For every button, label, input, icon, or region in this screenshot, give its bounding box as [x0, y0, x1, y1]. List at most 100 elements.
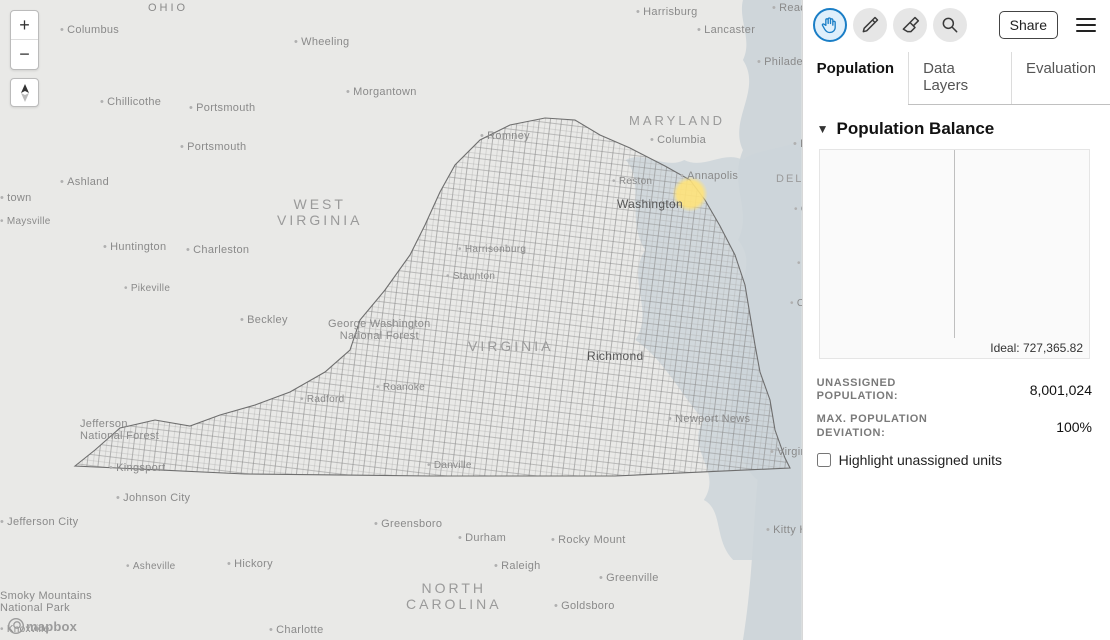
- forest-label: Jefferson National Forest: [80, 418, 159, 442]
- city-label: Philadelphia: [757, 56, 802, 68]
- highlight-unassigned-checkbox[interactable]: [817, 453, 831, 467]
- city-label: Greensboro: [374, 518, 442, 530]
- city-label: Jefferson City: [0, 516, 78, 528]
- city-label: Asheville: [126, 561, 176, 572]
- city-label: Dover: [793, 138, 802, 150]
- stat-max-deviation: MAX. POPULATION DEVIATION: 100%: [817, 405, 1092, 441]
- map-canvas[interactable]: OHIO WEST VIRGINIA VIRGINIA MARYLAND NOR…: [0, 0, 802, 640]
- tab-population[interactable]: Population: [803, 52, 910, 104]
- highlight-unassigned-label: Highlight unassigned units: [839, 452, 1002, 468]
- map-nav-controls: + −: [10, 10, 39, 107]
- mapbox-icon: [8, 618, 24, 634]
- section-header-population-balance[interactable]: ▼ Population Balance: [817, 119, 1092, 139]
- park-label: Smoky Mountains National Park: [0, 590, 92, 614]
- zoom-in-button[interactable]: +: [11, 11, 38, 40]
- city-label: Rocky Mount: [551, 534, 626, 546]
- city-label: Reading: [772, 2, 802, 14]
- highlight-unassigned-toggle[interactable]: Highlight unassigned units: [817, 452, 1092, 468]
- caret-down-icon: ▼: [817, 122, 829, 136]
- state-label-maryland: MARYLAND: [629, 113, 725, 128]
- panel-content: ▼ Population Balance Ideal: 727,365.82 U…: [803, 105, 1110, 468]
- ideal-vertical-line: [954, 150, 955, 338]
- city-label: Charleston: [186, 244, 249, 256]
- zoom-control-group: + −: [10, 10, 39, 70]
- hand-icon: [820, 15, 840, 35]
- pan-tool-button[interactable]: [813, 8, 847, 42]
- pencil-icon: [860, 15, 880, 35]
- city-label: Maysville: [0, 216, 51, 227]
- city-label: Kingsport: [109, 462, 165, 474]
- city-label: Johnson City: [116, 492, 190, 504]
- stat-label: MAX. POPULATION DEVIATION:: [817, 413, 967, 439]
- map-attribution: mapbox: [8, 618, 77, 634]
- magnifier-icon: [940, 15, 960, 35]
- city-label: Annapolis: [680, 170, 738, 182]
- erase-tool-button[interactable]: [893, 8, 927, 42]
- eraser-icon: [900, 15, 920, 35]
- city-label: Reston: [612, 176, 652, 187]
- city-label: Harrisonburg: [458, 244, 526, 255]
- city-label: Durham: [458, 532, 506, 544]
- city-label: Chillicothe: [100, 96, 161, 108]
- city-label: Greenville: [599, 572, 659, 584]
- city-label: Columbia: [650, 134, 706, 146]
- draw-tool-button[interactable]: [853, 8, 887, 42]
- state-label-ohio: OHIO: [148, 2, 188, 14]
- population-chart: Ideal: 727,365.82: [819, 149, 1090, 359]
- city-label: Pikeville: [124, 283, 170, 294]
- section-title: Population Balance: [837, 119, 995, 139]
- city-label: Georgetown: [794, 204, 802, 215]
- city-label: Salisbury: [797, 258, 802, 269]
- city-label: Portsmouth: [189, 102, 255, 114]
- city-label: Kitty Hawk: [766, 524, 802, 536]
- side-panel: Share Population Data Layers Evaluation …: [802, 0, 1110, 640]
- inspect-tool-button[interactable]: [933, 8, 967, 42]
- toolbar: Share: [803, 0, 1110, 52]
- city-label: Lancaster: [697, 24, 755, 36]
- city-label: Charlotte: [269, 624, 324, 636]
- city-label: Ashland: [60, 176, 109, 188]
- compass-reset-button[interactable]: [10, 78, 39, 107]
- city-label: Richmond: [587, 349, 643, 363]
- state-label-virginia: VIRGINIA: [468, 338, 553, 354]
- city-label: Newport News: [668, 413, 750, 425]
- city-label: Raleigh: [494, 560, 541, 572]
- city-label: Columbus: [60, 24, 119, 36]
- plus-icon: +: [19, 15, 30, 36]
- state-label-delaware: DELAWARE: [776, 173, 802, 185]
- state-label-west-virginia: WEST VIRGINIA: [277, 196, 362, 228]
- attribution-text: mapbox: [26, 619, 77, 634]
- share-button[interactable]: Share: [999, 11, 1058, 39]
- tab-evaluation[interactable]: Evaluation: [1012, 52, 1110, 104]
- hamburger-icon: [1076, 17, 1096, 33]
- city-label: Chincoteague: [790, 298, 802, 309]
- stat-label: UNASSIGNED POPULATION:: [817, 377, 967, 403]
- city-label: Harrisburg: [636, 6, 698, 18]
- city-label: Hickory: [227, 558, 273, 570]
- city-label: Huntington: [103, 241, 166, 253]
- city-label: Wheeling: [294, 36, 349, 48]
- stat-value: 100%: [1056, 419, 1092, 435]
- city-label: Virginia Beach: [770, 446, 802, 458]
- city-label: Beckley: [240, 314, 288, 326]
- stat-unassigned-population: UNASSIGNED POPULATION: 8,001,024: [817, 369, 1092, 405]
- city-label: Staunton: [446, 271, 495, 282]
- city-label: Danville: [427, 460, 472, 471]
- forest-label: George Washington National Forest: [328, 318, 431, 342]
- city-label: Portsmouth: [180, 141, 246, 153]
- menu-button[interactable]: [1072, 11, 1100, 39]
- ideal-label: Ideal: 727,365.82: [990, 341, 1083, 355]
- city-label: Radford: [300, 394, 345, 405]
- zoom-out-button[interactable]: −: [11, 40, 38, 69]
- city-label: Romney: [480, 130, 530, 142]
- state-label-north-carolina: NORTH CAROLINA: [406, 580, 502, 612]
- minus-icon: −: [19, 44, 30, 65]
- compass-icon: [20, 84, 30, 102]
- city-label: town: [0, 192, 32, 204]
- panel-tabs: Population Data Layers Evaluation: [803, 52, 1110, 105]
- city-label: Goldsboro: [554, 600, 615, 612]
- city-label: Morgantown: [346, 86, 417, 98]
- city-label: Roanoke: [376, 382, 425, 393]
- city-label: Washington: [617, 197, 683, 211]
- tab-data-layers[interactable]: Data Layers: [909, 52, 1012, 104]
